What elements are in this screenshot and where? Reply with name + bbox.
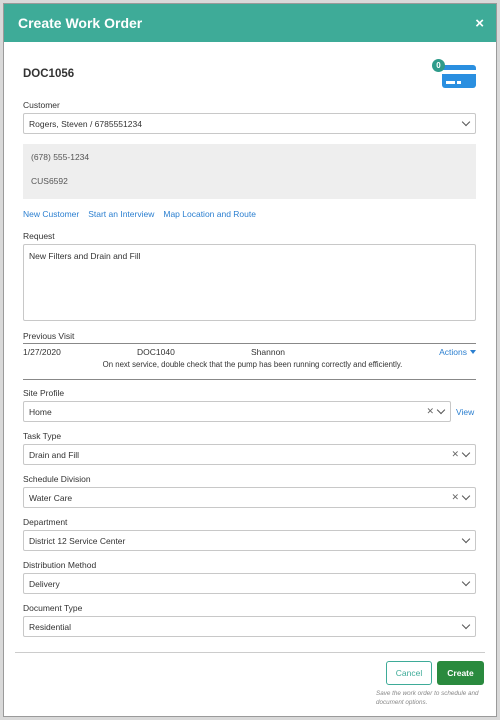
credit-card-icon[interactable]: 0: [432, 59, 476, 89]
select-controls: ✕: [451, 491, 471, 503]
chevron-down-icon: [461, 534, 471, 544]
customer-field: Customer Rogers, Steven / 6785551234: [23, 100, 476, 134]
doc-row: DOC1056 0: [23, 42, 476, 100]
distribution-method-field: Distribution Method Delivery: [23, 560, 476, 594]
close-icon[interactable]: ×: [475, 16, 484, 31]
document-type-select[interactable]: Residential: [23, 616, 476, 637]
request-field: Request New Filters and Drain and Fill: [23, 231, 476, 321]
clear-icon[interactable]: ✕: [426, 406, 434, 417]
document-type-value: Residential: [29, 621, 72, 632]
actions-label: Actions: [439, 347, 467, 357]
department-value: District 12 Service Center: [29, 535, 126, 546]
customer-phone: (678) 555-1234: [31, 152, 90, 162]
modal-footer: Cancel Create Save the work order to sch…: [374, 661, 484, 707]
customer-label: Customer: [23, 100, 60, 110]
task-type-label: Task Type: [23, 431, 62, 441]
site-profile-field: Site Profile Home ✕ View: [23, 388, 476, 422]
department-select[interactable]: District 12 Service Center: [23, 530, 476, 551]
previous-visit-tech: Shannon: [251, 347, 286, 357]
request-textarea[interactable]: New Filters and Drain and Fill: [23, 244, 476, 321]
distribution-method-value: Delivery: [29, 578, 60, 589]
select-controls: ✕: [426, 405, 446, 417]
modal-title: Create Work Order: [18, 15, 143, 31]
previous-visit-row: 1/27/2020 DOC1040 Shannon Actions: [23, 344, 476, 360]
chevron-down-icon: [461, 491, 471, 501]
chevron-down-icon: [461, 577, 471, 587]
customer-value: Rogers, Steven / 6785551234: [29, 118, 142, 129]
request-label: Request: [23, 231, 55, 241]
task-type-value: Drain and Fill: [29, 449, 80, 460]
customer-info-box: (678) 555-1234 CUS6592: [23, 144, 476, 199]
distribution-method-select[interactable]: Delivery: [23, 573, 476, 594]
schedule-division-field: Schedule Division Water Care ✕: [23, 474, 476, 508]
document-type-label: Document Type: [23, 603, 83, 613]
customer-code: CUS6592: [31, 176, 68, 186]
chevron-down-icon: [436, 405, 446, 415]
save-hint: Save the work order to schedule and docu…: [376, 690, 479, 706]
site-profile-row: Home ✕ View: [23, 401, 476, 422]
create-work-order-modal: Create Work Order × DOC1056 0 Customer R…: [3, 3, 497, 717]
start-interview-link[interactable]: Start an Interview: [88, 209, 154, 223]
distribution-method-label: Distribution Method: [23, 560, 97, 570]
previous-visit-note: On next service, double check that the p…: [102, 360, 403, 369]
footer-divider: [15, 652, 485, 653]
customer-select[interactable]: Rogers, Steven / 6785551234: [23, 113, 476, 134]
clear-icon[interactable]: ✕: [451, 449, 459, 460]
select-controls: ✕: [451, 448, 471, 460]
chevron-down-icon: [461, 117, 471, 127]
clear-icon[interactable]: ✕: [451, 492, 459, 503]
document-type-field: Document Type Residential: [23, 603, 476, 637]
department-label: Department: [23, 517, 68, 527]
modal-body: DOC1056 0 Customer Rogers, Steven / 6785…: [4, 42, 496, 637]
card-chip-small: [457, 81, 461, 84]
document-id: DOC1056: [23, 68, 75, 80]
modal-header: Create Work Order ×: [4, 4, 496, 42]
previous-visit-doc: DOC1040: [137, 347, 175, 357]
card-stripe: [442, 70, 476, 74]
customer-links: New Customer Start an Interview Map Loca…: [23, 209, 476, 223]
previous-visit-date: 1/27/2020: [23, 347, 61, 357]
previous-visit-label: Previous Visit: [23, 331, 75, 341]
new-customer-link[interactable]: New Customer: [23, 209, 79, 223]
actions-dropdown[interactable]: Actions: [439, 347, 476, 357]
schedule-division-value: Water Care: [29, 492, 73, 503]
create-button[interactable]: Create: [437, 661, 484, 685]
site-profile-value: Home: [29, 406, 52, 417]
cancel-button[interactable]: Cancel: [386, 661, 432, 685]
task-type-field: Task Type Drain and Fill ✕: [23, 431, 476, 465]
card-chip: [446, 81, 455, 84]
footer-buttons: Cancel Create: [374, 661, 484, 685]
view-link[interactable]: View: [456, 407, 476, 417]
caret-down-icon: [470, 350, 476, 354]
card-graphic: [442, 65, 476, 88]
task-type-select[interactable]: Drain and Fill ✕: [23, 444, 476, 465]
chevron-down-icon: [461, 620, 471, 630]
card-count-badge: 0: [432, 59, 445, 72]
chevron-down-icon: [461, 448, 471, 458]
map-route-link[interactable]: Map Location and Route: [163, 209, 256, 223]
department-field: Department District 12 Service Center: [23, 517, 476, 551]
site-profile-label: Site Profile: [23, 388, 65, 398]
schedule-division-select[interactable]: Water Care ✕: [23, 487, 476, 508]
schedule-division-label: Schedule Division: [23, 474, 91, 484]
site-profile-select[interactable]: Home ✕: [23, 401, 451, 422]
divider: [23, 379, 476, 380]
